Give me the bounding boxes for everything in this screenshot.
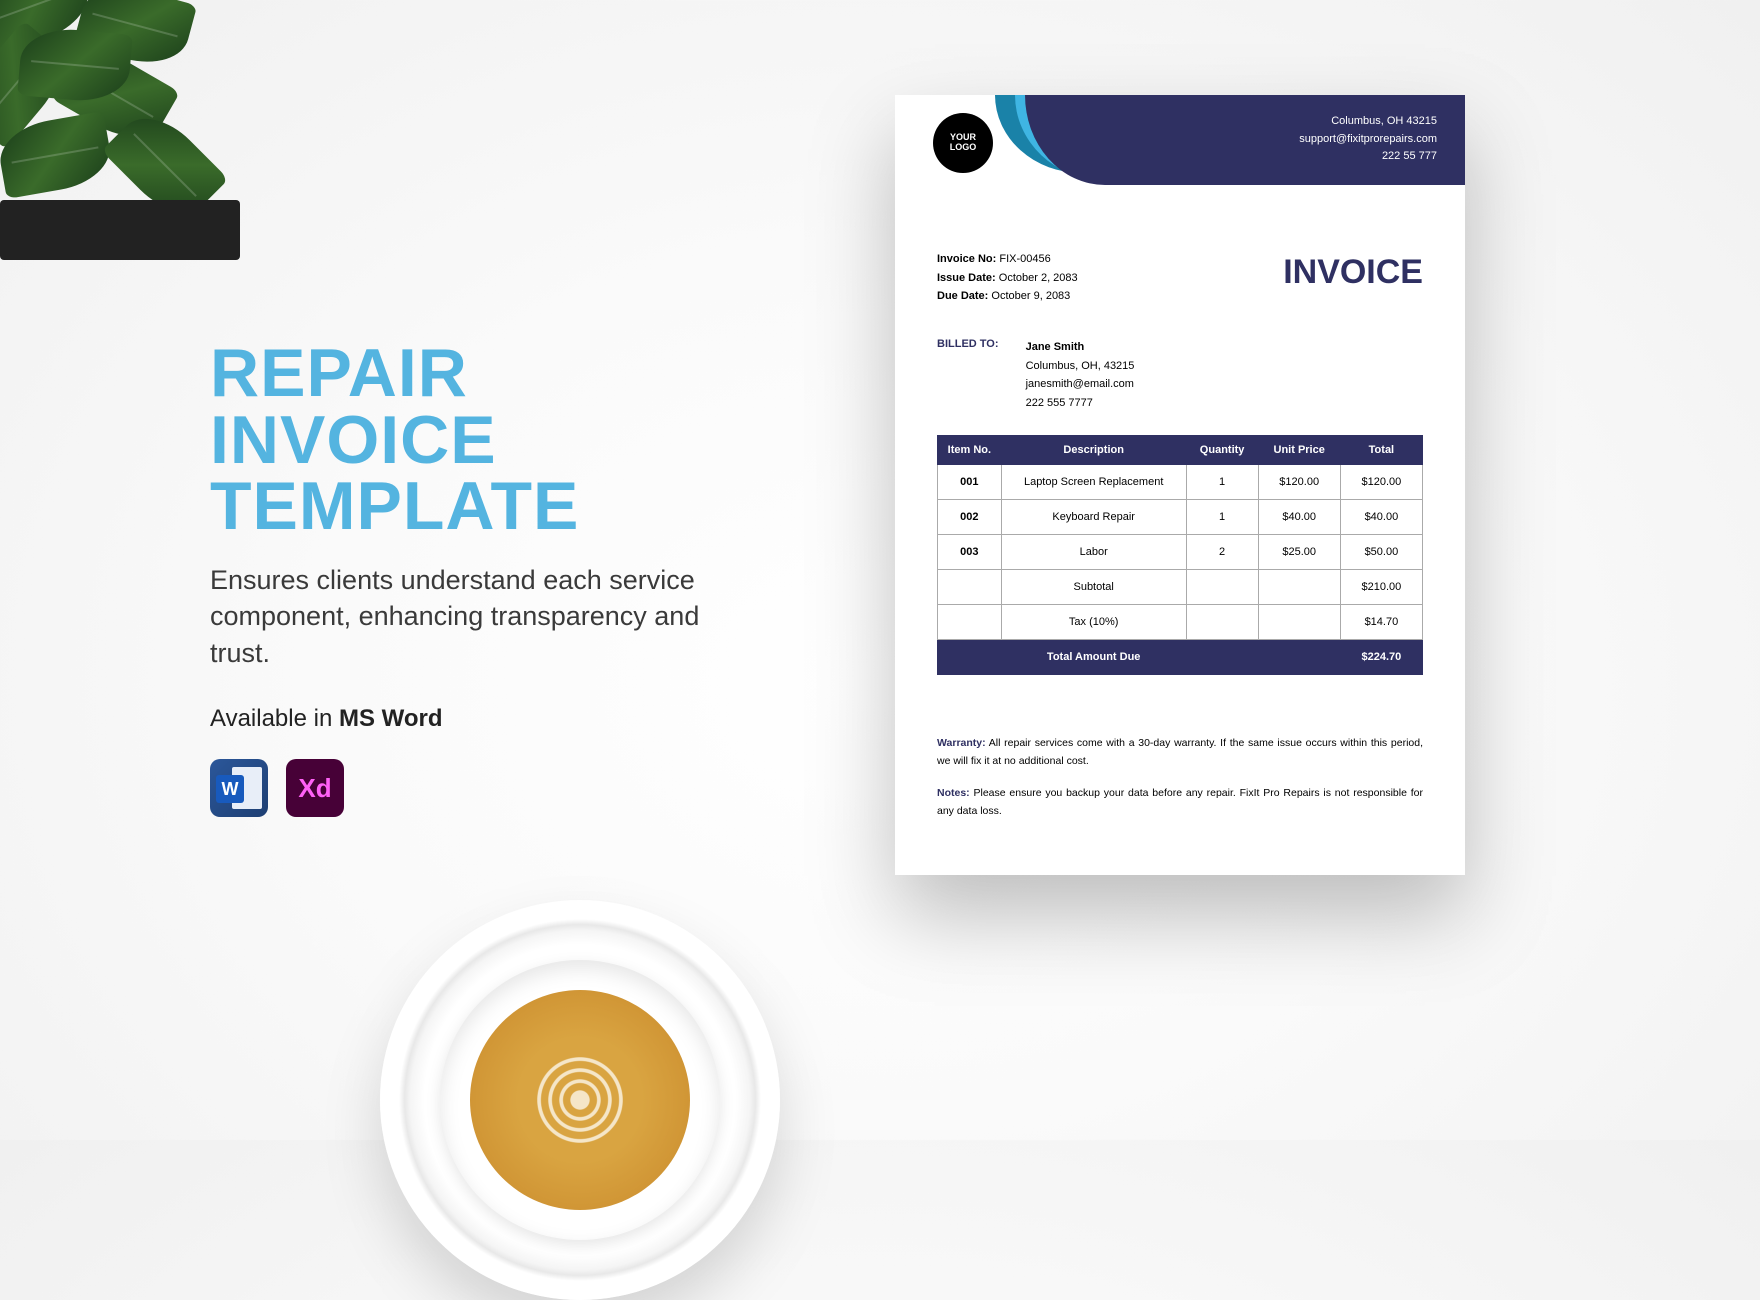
billed-addr: Columbus, OH, 43215 [1026,360,1135,372]
company-email: support@fixitprorepairs.com [1299,131,1437,149]
cell-quantity: 1 [1186,500,1258,535]
billed-label: BILLED TO: [937,338,999,350]
plant-pot [0,200,240,260]
available-prefix: Available in [210,705,339,732]
billed-details: Jane Smith Columbus, OH, 43215 janesmith… [1026,338,1135,413]
table-row: 001 Laptop Screen Replacement 1 $120.00 … [938,465,1423,500]
cell-unit-price: $120.00 [1258,465,1340,500]
company-phone: 222 55 777 [1299,148,1437,166]
cell-quantity: 2 [1186,535,1258,570]
invoice-no-label: Invoice No: [937,253,996,265]
cell-total: $120.00 [1340,465,1422,500]
col-item-no: Item No. [938,436,1002,465]
subtotal-label: Subtotal [1001,570,1186,605]
billed-email: janesmith@email.com [1026,378,1134,390]
col-unit-price: Unit Price [1258,436,1340,465]
notes-block: Warranty: All repair services come with … [937,735,1423,834]
promo-subtitle: Ensures clients understand each service … [210,562,730,671]
cell-total: $40.00 [1340,500,1422,535]
table-header-row: Item No. Description Quantity Unit Price… [938,436,1423,465]
logo-circle: YOUR LOGO [933,113,993,173]
available-in: Available in MS Word [210,705,730,733]
total-row: Total Amount Due $224.70 [938,640,1423,675]
billed-name: Jane Smith [1026,341,1085,353]
logo-line2: LOGO [950,143,977,153]
due-date-label: Due Date: [937,290,988,302]
word-letter: W [216,775,244,803]
promo-title-line1: REPAIR [210,335,468,411]
cell-total: $50.00 [1340,535,1422,570]
cell-item-no: 002 [938,500,1002,535]
total-label: Total Amount Due [1001,640,1186,675]
company-info: Columbus, OH 43215 support@fixitprorepai… [1299,113,1437,166]
invoice-meta: Invoice No: FIX-00456 Issue Date: Octobe… [937,250,1078,306]
notes-text: Please ensure you backup your data befor… [937,787,1423,817]
cell-unit-price: $25.00 [1258,535,1340,570]
table-row: 003 Labor 2 $25.00 $50.00 [938,535,1423,570]
col-total: Total [1340,436,1422,465]
cell-description: Keyboard Repair [1001,500,1186,535]
app-icons: W Xd [210,759,730,817]
promo-title: REPAIR INVOICE TEMPLATE [210,340,730,540]
cell-description: Laptop Screen Replacement [1001,465,1186,500]
available-app: MS Word [339,705,443,732]
tax-value: $14.70 [1340,605,1422,640]
col-quantity: Quantity [1186,436,1258,465]
subtotal-row: Subtotal $210.00 [938,570,1423,605]
due-date: October 9, 2083 [991,290,1070,302]
promo-title-line2: INVOICE [210,402,497,478]
items-table: Item No. Description Quantity Unit Price… [937,435,1423,675]
plant-leaves [0,0,260,220]
total-value: $224.70 [1340,640,1422,675]
doc-header: YOUR LOGO Columbus, OH 43215 support@fix… [895,95,1465,215]
subtotal-value: $210.00 [1340,570,1422,605]
xd-icon: Xd [286,759,344,817]
tax-row: Tax (10%) $14.70 [938,605,1423,640]
invoice-no: FIX-00456 [999,253,1050,265]
table-row: 002 Keyboard Repair 1 $40.00 $40.00 [938,500,1423,535]
cell-unit-price: $40.00 [1258,500,1340,535]
tax-label: Tax (10%) [1001,605,1186,640]
warranty-text: All repair services come with a 30-day w… [937,737,1423,767]
promo-block: REPAIR INVOICE TEMPLATE Ensures clients … [210,340,730,817]
warranty-label: Warranty: [937,737,986,749]
col-description: Description [1001,436,1186,465]
msword-icon: W [210,759,268,817]
cell-item-no: 003 [938,535,1002,570]
promo-title-line3: TEMPLATE [210,468,579,544]
notes-label: Notes: [937,787,970,799]
billed-phone: 222 555 7777 [1026,397,1093,409]
coffee-decor [380,900,780,1300]
issue-date-label: Issue Date: [937,272,996,284]
company-city: Columbus, OH 43215 [1299,113,1437,131]
billed-to: BILLED TO: Jane Smith Columbus, OH, 4321… [937,338,1134,413]
cell-description: Labor [1001,535,1186,570]
cell-quantity: 1 [1186,465,1258,500]
invoice-document: YOUR LOGO Columbus, OH 43215 support@fix… [895,95,1465,875]
issue-date: October 2, 2083 [999,272,1078,284]
cell-item-no: 001 [938,465,1002,500]
invoice-title: INVOICE [1283,253,1423,292]
plant-decor [0,0,300,260]
